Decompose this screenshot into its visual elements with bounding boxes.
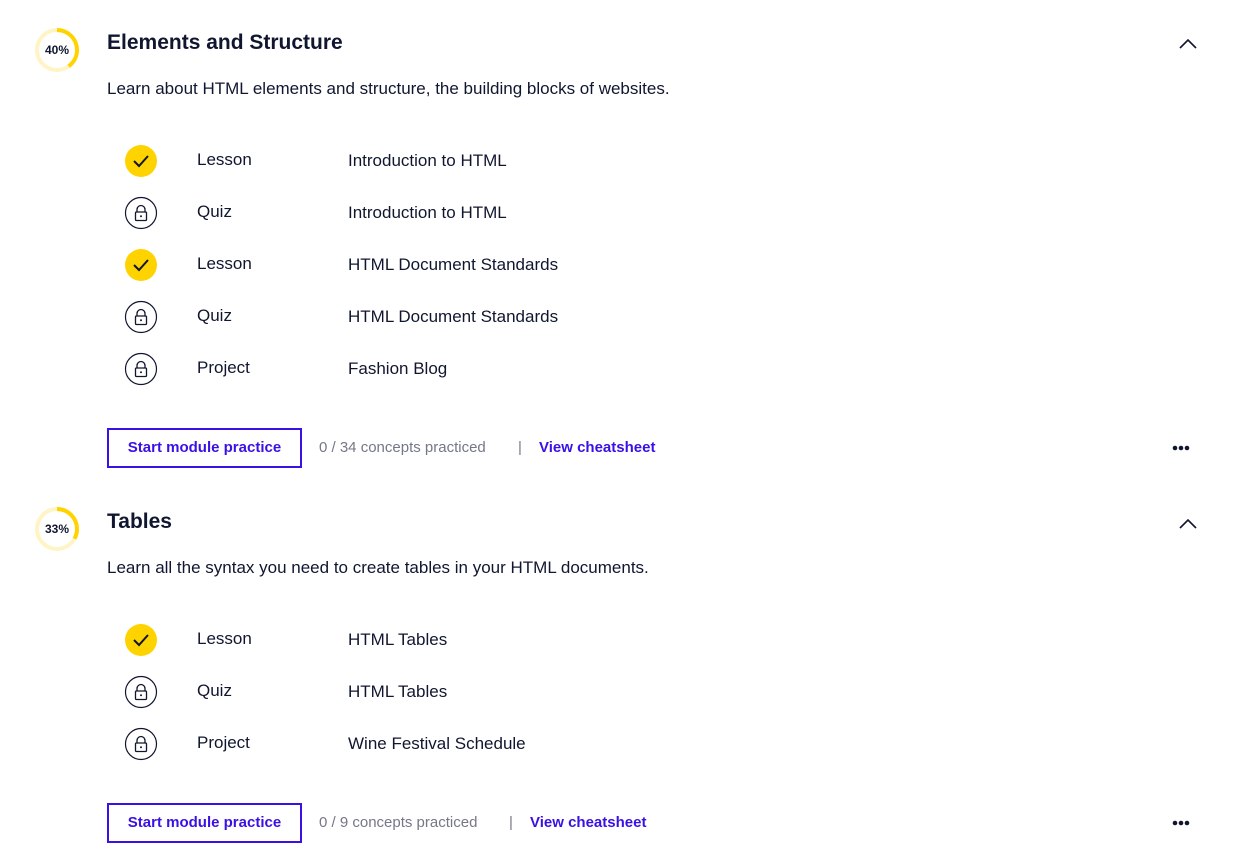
concepts-practiced-count: 0 / 34 concepts practiced — [319, 439, 486, 456]
item-name: HTML Document Standards — [348, 307, 559, 326]
item-name: HTML Document Standards — [348, 255, 559, 274]
concepts-practiced-count: 0 / 9 concepts practiced — [319, 814, 478, 831]
checkmark-icon — [124, 623, 158, 657]
start-module-practice-button[interactable]: Start module practice — [107, 428, 302, 468]
divider: | — [509, 814, 513, 831]
checkmark-icon — [124, 248, 158, 282]
item-name: Fashion Blog — [348, 359, 448, 378]
list-item[interactable]: Project Wine Festival Schedule — [124, 727, 824, 761]
more-options-button[interactable] — [1168, 813, 1194, 833]
module-progress-ring: 33% — [34, 506, 80, 552]
item-name: Introduction to HTML — [348, 203, 507, 222]
more-options-icon — [1172, 445, 1190, 451]
list-item[interactable]: Project Fashion Blog — [124, 352, 824, 386]
item-name: Introduction to HTML — [348, 151, 507, 170]
item-type: Lesson — [197, 150, 252, 169]
item-type: Quiz — [197, 202, 232, 221]
start-module-practice-button[interactable]: Start module practice — [107, 803, 302, 843]
module-title: Elements and Structure — [107, 31, 343, 54]
item-name: Wine Festival Schedule — [348, 734, 526, 753]
view-cheatsheet-link[interactable]: View cheatsheet — [539, 439, 655, 456]
list-item[interactable]: Quiz HTML Tables — [124, 675, 824, 709]
list-item[interactable]: Lesson Introduction to HTML — [124, 144, 824, 178]
item-type: Project — [197, 733, 250, 752]
view-cheatsheet-link[interactable]: View cheatsheet — [530, 814, 646, 831]
list-item[interactable]: Quiz HTML Document Standards — [124, 300, 824, 334]
progress-percent: 33% — [44, 522, 70, 536]
list-item[interactable]: Lesson HTML Document Standards — [124, 248, 824, 282]
lock-icon — [124, 675, 158, 709]
module-progress-ring: 40% — [34, 27, 80, 73]
item-type: Lesson — [197, 254, 252, 273]
item-name: HTML Tables — [348, 630, 448, 649]
progress-percent: 40% — [44, 43, 70, 57]
divider: | — [518, 439, 522, 456]
module-description: Learn about HTML elements and structure,… — [107, 79, 670, 98]
list-item[interactable]: Lesson HTML Tables — [124, 623, 824, 657]
item-type: Lesson — [197, 629, 252, 648]
item-type: Quiz — [197, 306, 232, 325]
list-item[interactable]: Quiz Introduction to HTML — [124, 196, 824, 230]
lock-icon — [124, 300, 158, 334]
collapse-module-button[interactable] — [1176, 512, 1200, 536]
lock-icon — [124, 352, 158, 386]
chevron-up-icon — [1179, 518, 1197, 529]
item-name: HTML Tables — [348, 682, 448, 701]
module-description: Learn all the syntax you need to create … — [107, 558, 649, 577]
lock-icon — [124, 727, 158, 761]
collapse-module-button[interactable] — [1176, 32, 1200, 56]
module-title: Tables — [107, 510, 172, 533]
item-type: Quiz — [197, 681, 232, 700]
lock-icon — [124, 196, 158, 230]
more-options-icon — [1172, 820, 1190, 826]
more-options-button[interactable] — [1168, 438, 1194, 458]
checkmark-icon — [124, 144, 158, 178]
item-type: Project — [197, 358, 250, 377]
chevron-up-icon — [1179, 38, 1197, 49]
